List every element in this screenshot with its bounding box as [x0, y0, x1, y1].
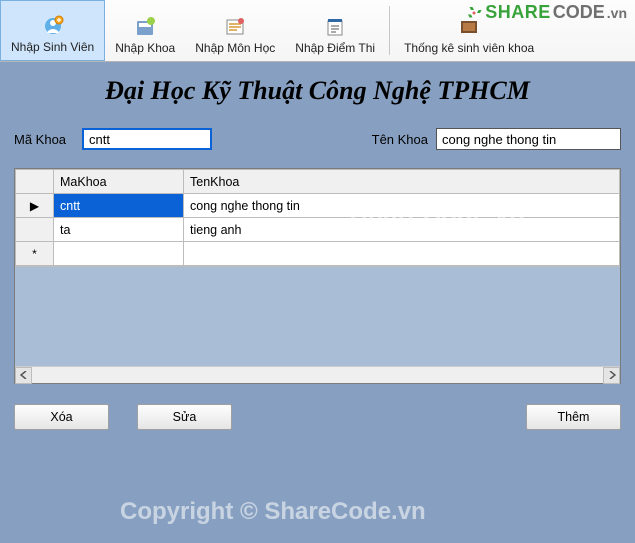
- cell-makhoa[interactable]: cntt: [54, 194, 184, 218]
- cell-makhoa[interactable]: ta: [54, 218, 184, 242]
- tool-label: Nhập Điểm Thi: [295, 41, 375, 55]
- col-header-makhoa[interactable]: MaKhoa: [54, 170, 184, 194]
- tool-nhap-mon-hoc[interactable]: Nhập Môn Học: [185, 0, 285, 61]
- brand-suffix: .vn: [607, 5, 627, 21]
- ribbon-toolbar: Nhập Sinh Viên Nhập Khoa Nhập Môn Học Nh…: [0, 0, 635, 62]
- recycle-icon: [465, 4, 483, 22]
- add-button[interactable]: Thêm: [526, 404, 621, 430]
- scroll-right-btn[interactable]: [603, 367, 620, 384]
- data-grid[interactable]: MaKhoa TenKhoa ▶ cntt cong nghe thong ti…: [14, 168, 621, 384]
- edit-button[interactable]: Sửa: [137, 404, 232, 430]
- tool-label: Thống kê sinh viên khoa: [404, 41, 534, 55]
- brand-text-1: SHARE: [485, 2, 551, 23]
- label-ten-khoa: Tên Khoa: [372, 132, 428, 147]
- table-row[interactable]: ta tieng anh: [16, 218, 620, 242]
- tool-nhap-khoa[interactable]: Nhập Khoa: [105, 0, 185, 61]
- cell-tenkhoa[interactable]: [184, 242, 620, 266]
- brand-logo: SHARECODE.vn: [465, 2, 627, 23]
- form-panel: Đại Học Kỹ Thuật Công Nghệ TPHCM Mã Khoa…: [0, 62, 635, 543]
- cell-tenkhoa[interactable]: cong nghe thong tin: [184, 194, 620, 218]
- new-row-indicator: *: [16, 242, 54, 266]
- grid-corner[interactable]: [16, 170, 54, 194]
- grid-empty-area: [15, 266, 620, 366]
- cell-tenkhoa[interactable]: tieng anh: [184, 218, 620, 242]
- input-ma-khoa[interactable]: [82, 128, 212, 150]
- tool-label: Nhập Khoa: [115, 41, 175, 55]
- chevron-left-icon: [20, 371, 28, 379]
- table-new-row[interactable]: *: [16, 242, 620, 266]
- toolbar-separator: [389, 6, 390, 55]
- input-ten-khoa[interactable]: [436, 128, 621, 150]
- tool-nhap-diem-thi[interactable]: Nhập Điểm Thi: [285, 0, 385, 61]
- brand-text-2: CODE: [553, 2, 605, 23]
- input-row: Mã Khoa Tên Khoa: [14, 128, 621, 150]
- row-indicator: ▶: [16, 194, 54, 218]
- horizontal-scrollbar[interactable]: [15, 366, 620, 383]
- delete-button[interactable]: Xóa: [14, 404, 109, 430]
- row-indicator: [16, 218, 54, 242]
- tool-label: Nhập Môn Học: [195, 41, 275, 55]
- score-icon: [323, 15, 347, 39]
- scroll-left-btn[interactable]: [15, 367, 32, 384]
- col-header-tenkhoa[interactable]: TenKhoa: [184, 170, 620, 194]
- table-row[interactable]: ▶ cntt cong nghe thong tin: [16, 194, 620, 218]
- page-title: Đại Học Kỹ Thuật Công Nghệ TPHCM: [14, 76, 621, 106]
- person-plus-icon: [41, 14, 65, 38]
- grid-table: MaKhoa TenKhoa ▶ cntt cong nghe thong ti…: [15, 169, 620, 266]
- subject-icon: [223, 15, 247, 39]
- button-row: Xóa Sửa Thêm: [14, 404, 621, 430]
- dept-icon: [133, 15, 157, 39]
- cell-makhoa[interactable]: [54, 242, 184, 266]
- tool-nhap-sinh-vien[interactable]: Nhập Sinh Viên: [0, 0, 105, 61]
- tool-label: Nhập Sinh Viên: [11, 40, 94, 54]
- chevron-right-icon: [608, 371, 616, 379]
- label-ma-khoa: Mã Khoa: [14, 132, 74, 147]
